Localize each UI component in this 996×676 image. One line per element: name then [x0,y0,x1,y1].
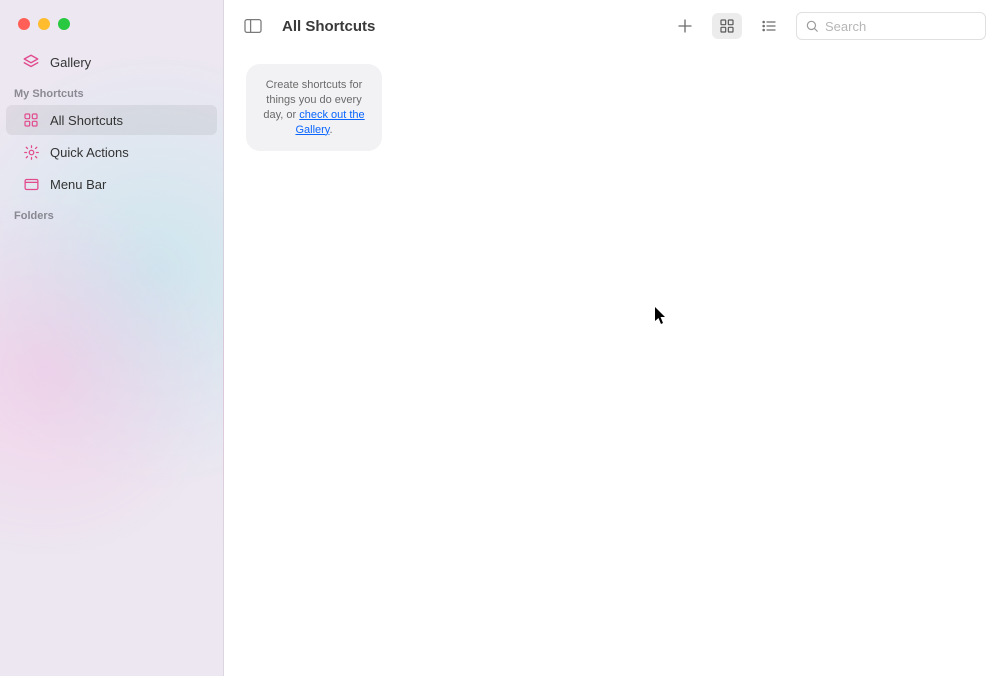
sidebar-item-menu-bar[interactable]: Menu Bar [6,169,217,199]
sidebar-item-quick-actions[interactable]: Quick Actions [6,137,217,167]
window-controls [0,18,223,30]
main-panel: All Shortcuts [224,0,996,676]
minimize-button[interactable] [38,18,50,30]
search-field[interactable] [796,12,986,40]
gear-icon [22,143,40,161]
close-button[interactable] [18,18,30,30]
search-input[interactable] [825,19,996,34]
sidebar-section-folders: Folders [0,200,223,226]
sidebar-item-gallery[interactable]: Gallery [6,47,217,77]
empty-text-after: . [329,124,332,136]
content-area: Create shortcuts for things you do every… [224,52,996,676]
search-icon [805,19,819,33]
layers-icon [22,53,40,71]
sidebar: Gallery My Shortcuts All Shortcuts Quick… [0,0,224,676]
sidebar-item-label: Quick Actions [50,145,129,160]
add-shortcut-button[interactable] [670,13,700,39]
page-title: All Shortcuts [282,18,375,35]
sidebar-item-label: Menu Bar [50,177,106,192]
fullscreen-button[interactable] [58,18,70,30]
sidebar-item-label: Gallery [50,55,91,70]
view-grid-button[interactable] [712,13,742,39]
empty-state-card: Create shortcuts for things you do every… [246,64,382,151]
sidebar-item-label: All Shortcuts [50,113,123,128]
menubar-icon [22,175,40,193]
grid-icon [22,111,40,129]
toggle-sidebar-button[interactable] [238,13,268,39]
toolbar: All Shortcuts [224,0,996,52]
view-list-button[interactable] [754,13,784,39]
sidebar-section-my-shortcuts: My Shortcuts [0,78,223,104]
sidebar-item-all-shortcuts[interactable]: All Shortcuts [6,105,217,135]
